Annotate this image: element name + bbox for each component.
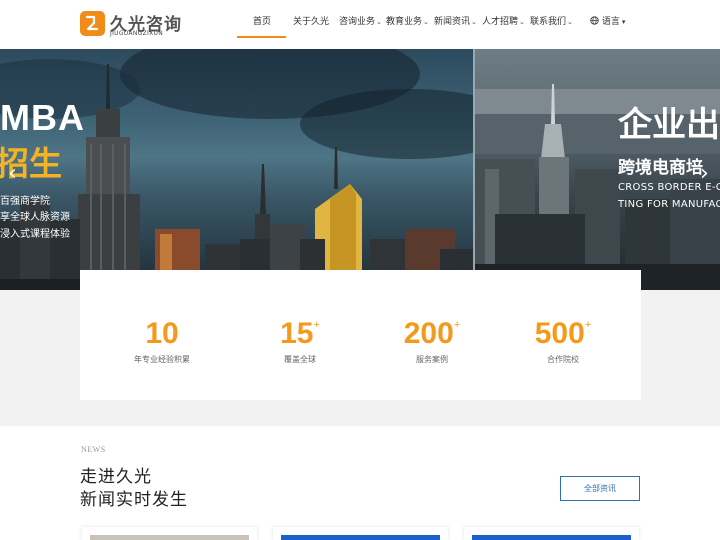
slide-enterprise[interactable]: 企业出 跨境电商培 CROSS BORDER E-CO TING FOR MAN… [475, 49, 720, 290]
all-news-button[interactable]: 全部资讯 [560, 476, 640, 501]
stat-label: 合作院校 [547, 355, 579, 364]
banner-title: MBA [0, 97, 85, 138]
news-section-tag: NEWS [81, 445, 106, 454]
hero-carousel: MBA 招生 百强商学院 享全球人脉资源 浸入式课程体验 企业出 跨境电商培 C… [0, 49, 720, 290]
banner-line: 浸入式课程体验 [0, 229, 70, 240]
stats-card: 10 年专业经验积累 15+ 覆盖全球 200+ 服务案例 500+ 合作院校 [80, 270, 641, 400]
banner-right-en-line: TING FOR MANUFACT [618, 199, 720, 210]
news-card-image [281, 535, 440, 540]
stat-item: 15+ 覆盖全球 [230, 270, 370, 400]
nav-item-contact[interactable]: 联系我们⌄ [530, 0, 573, 49]
banner-line: 百强商学院 [0, 196, 50, 207]
news-card[interactable] [82, 527, 257, 540]
news-card-image [90, 535, 249, 540]
stat-label: 年专业经验积累 [134, 355, 190, 364]
carousel-prev-arrow-icon[interactable]: ‹ [8, 161, 17, 186]
chevron-down-icon: ⌄ [567, 18, 573, 26]
stat-item: 500+ 合作院校 [493, 270, 633, 400]
caret-down-icon: ▾ [621, 18, 626, 26]
nav-item-label: 联系我们 [530, 17, 567, 27]
nav-item-label: 咨询业务 [339, 17, 376, 27]
city-skyline-image [0, 64, 473, 290]
language-label: 语言 [601, 17, 620, 27]
news-section-title: 走进久光 [80, 467, 152, 487]
stat-number: 15+ [280, 317, 320, 350]
globe-icon [590, 16, 599, 25]
stat-label: 覆盖全球 [284, 355, 316, 364]
nav-item-news[interactable]: 新闻资讯⌄ [434, 0, 477, 49]
nav-item-education[interactable]: 教育业务⌄ [386, 0, 429, 49]
nav-item-label: 新闻资讯 [434, 17, 471, 27]
banner-right-subtitle: 跨境电商培 [618, 158, 703, 178]
nav-item-label: 教育业务 [386, 17, 423, 27]
site-header: 久光咨询 JIUGUANGZIXUN 首页 关于久光 咨询业务⌄ 教育业务⌄ 新… [0, 0, 720, 49]
language-selector[interactable]: 语言 ▾ [590, 0, 625, 49]
nav-item-label: 关于久光 [293, 17, 330, 27]
nav-item-home[interactable]: 首页 [253, 0, 271, 49]
banner-right-title: 企业出 [618, 105, 720, 145]
stat-item: 200+ 服务案例 [362, 270, 502, 400]
banner-line: 享全球人脉资源 [0, 212, 70, 223]
stat-number: 200+ [403, 317, 461, 350]
news-section-subtitle: 新闻实时发生 [80, 490, 188, 510]
site-logo[interactable]: 久光咨询 JIUGUANGZIXUN [80, 10, 181, 38]
nav-item-consulting[interactable]: 咨询业务⌄ [339, 0, 382, 49]
chevron-down-icon: ⌄ [423, 18, 429, 26]
slide-mba[interactable]: MBA 招生 百强商学院 享全球人脉资源 浸入式课程体验 [0, 49, 473, 290]
nav-item-label: 首页 [253, 17, 272, 27]
stat-number: 500+ [534, 317, 592, 350]
stat-label: 服务案例 [416, 355, 448, 364]
news-card-image [472, 535, 631, 540]
carousel-next-arrow-icon[interactable]: › [700, 161, 709, 186]
chevron-down-icon: ⌄ [376, 18, 382, 26]
nav-item-label: 人才招聘 [482, 17, 519, 27]
stat-item: 10 年专业经验积累 [92, 270, 232, 400]
news-card[interactable] [273, 527, 448, 540]
logo-name-en: JIUGUANGZIXUN [110, 30, 163, 37]
chevron-down-icon: ⌄ [471, 18, 477, 26]
nav-item-about[interactable]: 关于久光 [293, 0, 329, 49]
chevron-down-icon: ⌄ [519, 18, 525, 26]
news-card[interactable] [464, 527, 639, 540]
logo-mark-icon [80, 11, 105, 36]
nav-item-careers[interactable]: 人才招聘⌄ [482, 0, 525, 49]
stat-number: 10 [145, 317, 179, 350]
